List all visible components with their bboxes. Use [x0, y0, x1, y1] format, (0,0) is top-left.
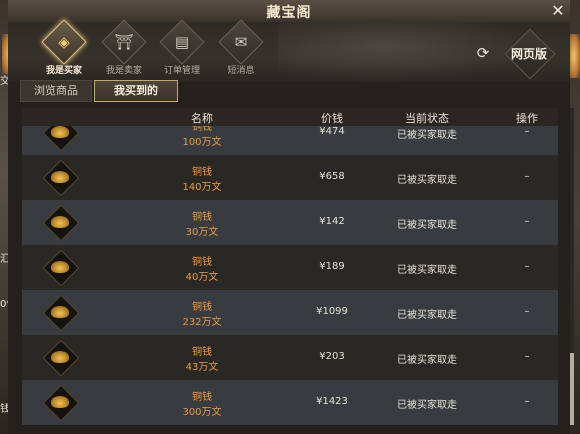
- nav-buyer[interactable]: ◈ 我是买家: [34, 19, 94, 78]
- nav-label: 短消息: [227, 66, 255, 76]
- refresh-icon[interactable]: ⟳: [474, 44, 492, 62]
- item-status: 已被买家取走: [397, 400, 457, 411]
- table-row[interactable]: 铜钱 40万文 ¥189 已被买家取走 –: [22, 245, 558, 290]
- nav-label: 订单管理: [163, 66, 200, 76]
- scrollbar-thumb[interactable]: [570, 353, 574, 425]
- item-price: ¥474: [319, 126, 345, 137]
- item-amount: 40万文: [185, 272, 219, 283]
- title-bar: 藏宝阁 ✕: [8, 0, 570, 23]
- column-price: 价钱: [321, 112, 343, 125]
- copper-coins-icon: [42, 339, 80, 377]
- item-action: –: [524, 261, 530, 272]
- item-status: 已被买家取走: [397, 130, 457, 141]
- item-status: 已被买家取走: [397, 310, 457, 321]
- web-version-button[interactable]: 网页版: [500, 28, 558, 80]
- item-action: –: [524, 351, 530, 362]
- table-row[interactable]: 铜钱 100万文 ¥474 已被买家取走 –: [22, 126, 558, 155]
- item-amount: 140万文: [182, 182, 222, 193]
- item-name: 铜钱: [192, 212, 212, 223]
- book-icon: ▤: [174, 33, 190, 51]
- table-row[interactable]: 铜钱 43万文 ¥203 已被买家取走 –: [22, 335, 558, 380]
- item-name: 铜钱: [192, 302, 212, 313]
- item-amount: 30万文: [185, 227, 219, 238]
- item-price: ¥1099: [316, 306, 348, 317]
- item-status: 已被买家取走: [397, 355, 457, 366]
- item-action: –: [524, 216, 530, 227]
- nav-messages[interactable]: ✉ 短消息: [211, 19, 271, 78]
- list-scrollbar[interactable]: [570, 108, 574, 434]
- column-action: 操作: [516, 112, 538, 125]
- table-header: 名称 价钱 当前状态 操作: [22, 108, 558, 126]
- window-title: 藏宝阁: [266, 5, 312, 21]
- item-amount: 300万文: [182, 407, 222, 418]
- coin-icon: ◈: [58, 33, 70, 51]
- tab-browse[interactable]: 浏览商品: [20, 80, 92, 102]
- order-list: 铜钱 100万文 ¥474 已被买家取走 – 铜钱 140万文 ¥658 已被买…: [22, 126, 558, 434]
- table-row[interactable]: 铜钱 30万文 ¥142 已被买家取走 –: [22, 200, 558, 245]
- treasure-pavilion-window: 藏宝阁 ✕ ◈ 我是买家 ⛩ 我是卖家 ▤ 订单管理 ✉ 短消息 ⟳ 网页版 浏…: [8, 0, 574, 434]
- stall-icon: ⛩: [114, 33, 134, 51]
- ink-decoration: [278, 22, 538, 82]
- nav-orders[interactable]: ▤ 订单管理: [152, 19, 212, 78]
- column-status: 当前状态: [405, 112, 449, 125]
- nav-label: 我是卖家: [105, 66, 142, 76]
- item-amount: 43万文: [185, 362, 219, 373]
- nav-seller[interactable]: ⛩ 我是卖家: [94, 19, 154, 78]
- item-price: ¥189: [319, 261, 345, 272]
- item-name: 铜钱: [192, 347, 212, 358]
- web-version-label: 网页版: [510, 47, 547, 61]
- nav-label: 我是买家: [45, 66, 82, 76]
- copper-coins-icon: [42, 159, 80, 197]
- copper-coins-icon: [42, 204, 80, 242]
- mail-icon: ✉: [234, 33, 248, 51]
- item-action: –: [524, 171, 530, 182]
- item-action: –: [524, 306, 530, 317]
- column-name: 名称: [191, 112, 213, 125]
- close-icon[interactable]: ✕: [548, 1, 568, 21]
- header: ◈ 我是买家 ⛩ 我是卖家 ▤ 订单管理 ✉ 短消息 ⟳ 网页版: [8, 19, 570, 82]
- copper-coins-icon: [42, 126, 80, 152]
- copper-coins-icon: [42, 294, 80, 332]
- table-row[interactable]: 铜钱 300万文 ¥1423 已被买家取走 –: [22, 380, 558, 425]
- item-price: ¥1423: [316, 396, 348, 407]
- item-price: ¥658: [319, 171, 345, 182]
- item-name: 铜钱: [192, 126, 212, 133]
- item-amount: 232万文: [182, 317, 222, 328]
- copper-coins-icon: [42, 249, 80, 287]
- item-action: –: [524, 126, 530, 137]
- table-row[interactable]: 铜钱 232万文 ¥1099 已被买家取走 –: [22, 290, 558, 335]
- copper-coins-icon: [42, 384, 80, 422]
- table-row[interactable]: 铜钱 140万文 ¥658 已被买家取走 –: [22, 155, 558, 200]
- item-status: 已被买家取走: [397, 220, 457, 231]
- item-price: ¥203: [319, 351, 345, 362]
- item-status: 已被买家取走: [397, 175, 457, 186]
- tab-bought[interactable]: 我买到的: [94, 80, 178, 102]
- item-name: 铜钱: [192, 167, 212, 178]
- item-name: 铜钱: [192, 392, 212, 403]
- item-amount: 100万文: [182, 137, 222, 148]
- item-price: ¥142: [319, 216, 345, 227]
- item-name: 铜钱: [192, 257, 212, 268]
- item-action: –: [524, 396, 530, 407]
- item-status: 已被买家取走: [397, 265, 457, 276]
